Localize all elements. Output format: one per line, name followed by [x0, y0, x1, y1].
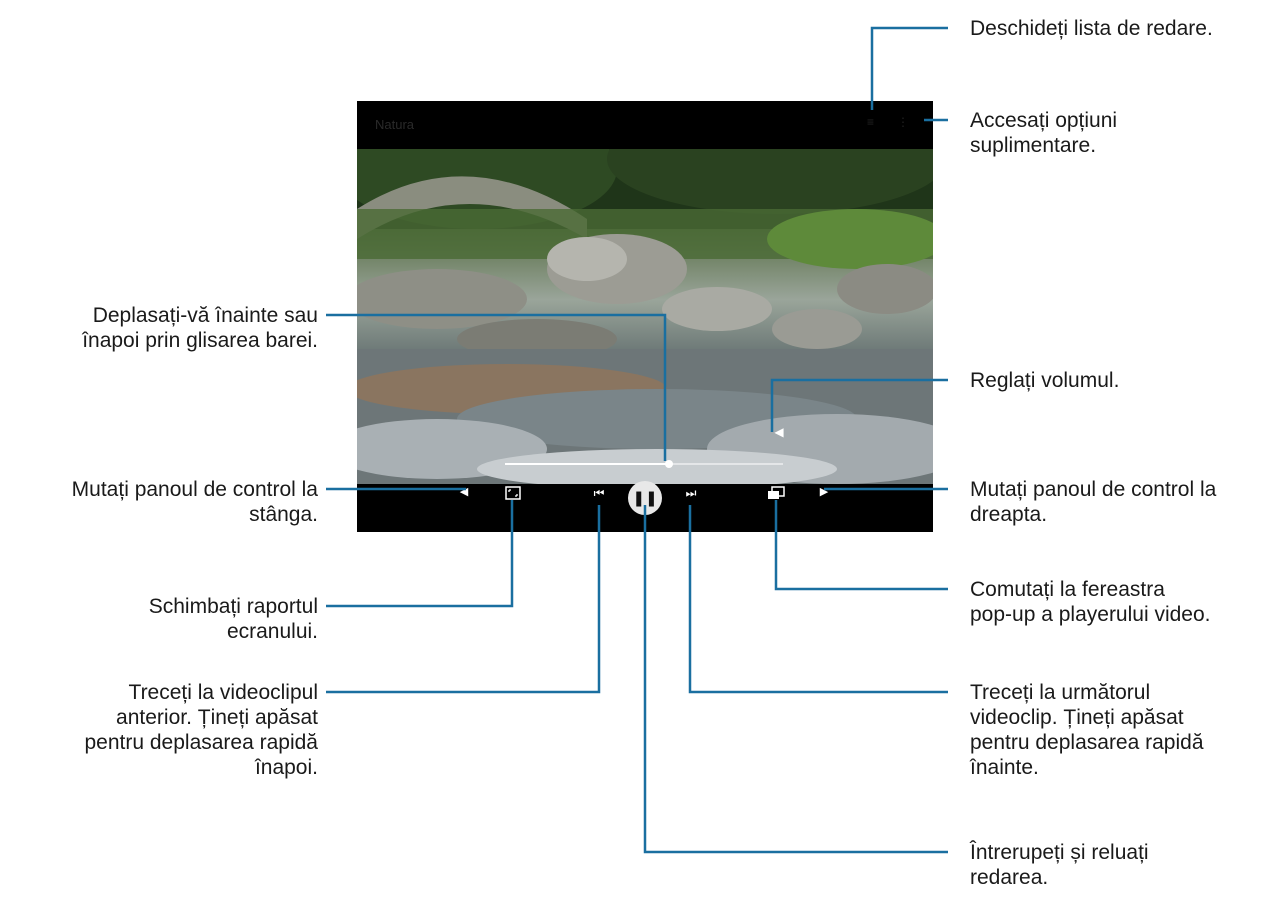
popup-window-icon[interactable]: [767, 486, 785, 500]
callout-move-right: Mutați panoul de control la dreapta.: [970, 478, 1217, 526]
triangle-right-icon[interactable]: ▶: [817, 484, 831, 498]
callout-move-left: Mutați panoul de control la stânga.: [71, 478, 318, 526]
video-scene-image: [357, 149, 933, 484]
callout-playlist: Deschideți lista de redare.: [970, 17, 1213, 40]
playlist-icon[interactable]: ≡: [867, 115, 881, 129]
skip-previous-icon[interactable]: ⏮: [591, 486, 607, 500]
callout-next: Treceți la următorul videoclip. Țineți ap…: [970, 681, 1204, 779]
aspect-ratio-icon[interactable]: [505, 486, 521, 500]
callout-ratio: Schimbați raportul ecranului.: [148, 595, 318, 643]
callout-volume: Reglați volumul.: [970, 369, 1120, 392]
skip-next-icon[interactable]: ⏭: [683, 486, 699, 500]
video-title: Natura: [375, 117, 415, 132]
seek-bar[interactable]: [505, 460, 783, 468]
pause-icon[interactable]: ❚❚: [628, 481, 662, 515]
callout-popup: Comutați la fereastra pop-up a playerului…: [970, 578, 1211, 626]
callout-pause: Întrerupeți și reluați redarea.: [970, 841, 1149, 889]
top-bar: Natura ≡ ⋮: [357, 101, 933, 149]
callout-seek: Deplasați-vă înainte sau înapoi prin glis…: [82, 304, 318, 352]
callout-more-options: Accesați opțiuni suplimentare.: [970, 109, 1118, 157]
callout-prev: Treceți la videoclipul anterior. Țineți a…: [84, 681, 318, 779]
more-options-icon[interactable]: ⋮: [897, 115, 911, 129]
seek-bar-fill: [505, 463, 670, 465]
triangle-left-icon[interactable]: ◀: [457, 484, 471, 498]
video-frame[interactable]: ◀: [357, 149, 933, 484]
video-player-screen: Natura ≡ ⋮ ◀ ◀ ⏮ ❚❚ ⏭ ▶: [357, 101, 933, 532]
speaker-icon[interactable]: ◀: [771, 424, 787, 440]
control-panel: ◀ ⏮ ❚❚ ⏭ ▶: [357, 481, 933, 532]
seek-bar-thumb[interactable]: [665, 460, 674, 468]
